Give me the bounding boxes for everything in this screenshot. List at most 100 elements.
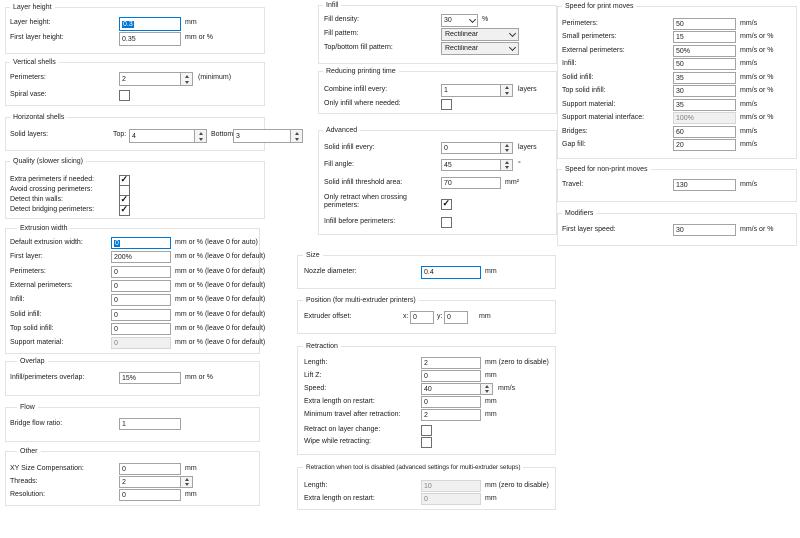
field-label: Bridges:: [562, 128, 588, 135]
perimeters-input[interactable]: 0: [111, 266, 171, 278]
infill-input[interactable]: 50: [673, 58, 736, 70]
field-value: 0: [424, 496, 428, 503]
solid-infill-every-input[interactable]: 0: [441, 142, 501, 154]
row-extruder-offset: Extruder offset:x:0y:0mm: [298, 311, 555, 326]
field-label: Combine infill every:: [324, 86, 387, 93]
field-unit: mm/s or %: [740, 114, 773, 121]
nozzle-diameter-input[interactable]: 0.4: [421, 266, 481, 279]
row-only-infill-where-needed: Only infill where needed:: [319, 98, 556, 113]
selected-option: Rectilinear: [445, 31, 508, 38]
lift-z-input[interactable]: 0: [421, 370, 481, 382]
field-label: Top solid infill:: [562, 87, 606, 94]
field-unit: mm/s: [740, 181, 757, 188]
bridges-input[interactable]: 60: [673, 126, 736, 138]
field-value: 1: [444, 87, 448, 94]
section-title: Position (for multi-extruder printers): [303, 296, 419, 305]
top-solid-infill-input[interactable]: 30: [673, 85, 736, 97]
xy-size-compensation-input[interactable]: 0: [119, 463, 181, 475]
fill-pattern-dropdown[interactable]: Rectilinear: [441, 28, 519, 41]
field-label: Only infill where needed:: [324, 100, 401, 107]
field-unit: mm: [185, 19, 197, 26]
spinner-down-button[interactable]: [181, 79, 192, 85]
field-unit: mm (zero to disable): [485, 359, 549, 366]
bridge-flow-ratio-input[interactable]: 1: [119, 418, 181, 430]
spiral-vase-checkbox[interactable]: [119, 90, 130, 101]
spinner-down-button[interactable]: [181, 482, 192, 487]
extra-length-on-restart-input[interactable]: 0: [421, 493, 481, 505]
row-speed: Speed:40mm/s: [298, 383, 555, 397]
extruder-offset-x-input[interactable]: 0: [410, 311, 434, 324]
infill-perimeters-overlap-input[interactable]: 15%: [119, 372, 181, 384]
external-perimeters-input[interactable]: 0: [111, 280, 171, 292]
field-unit: mm/s or %: [740, 226, 773, 233]
field-label: First layer:: [10, 253, 43, 260]
minimum-travel-after-retraction-input[interactable]: 2: [421, 409, 481, 421]
field-value: 2: [424, 360, 428, 367]
gap-fill-input[interactable]: 20: [673, 139, 736, 151]
field-value: 2: [122, 76, 126, 83]
infill-before-perimeters-checkbox[interactable]: [441, 217, 452, 228]
top-solid-infill-input[interactable]: 0: [111, 323, 171, 335]
spinner-down-button[interactable]: [501, 148, 512, 153]
first-layer-input[interactable]: 200%: [111, 251, 171, 263]
support-material-input[interactable]: 0: [111, 337, 171, 349]
fill-angle-input[interactable]: 45: [441, 159, 501, 171]
field-unit: mm: [485, 398, 497, 405]
detect-bridging-perimeters-checkbox[interactable]: [119, 205, 130, 216]
only-infill-where-needed-checkbox[interactable]: [441, 99, 452, 110]
length-input[interactable]: 2: [421, 357, 481, 369]
field-unit: mm: [485, 268, 497, 275]
spinner-down-button[interactable]: [501, 91, 512, 97]
first-layer-speed-input[interactable]: 30: [673, 224, 736, 236]
first-layer-height-input[interactable]: 0.35: [119, 32, 181, 46]
small-perimeters-input[interactable]: 15: [673, 31, 736, 43]
external-perimeters-input[interactable]: 50%: [673, 45, 736, 57]
field-label: Bridge flow ratio:: [10, 420, 62, 427]
field-unit: mm or % (leave 0 for default): [175, 253, 265, 260]
support-material-input[interactable]: 35: [673, 99, 736, 111]
fill-angle-spinner: [500, 159, 513, 171]
fill-density-combobox[interactable]: 30: [441, 14, 478, 27]
solid-infill-input[interactable]: 35: [673, 72, 736, 84]
speed-input[interactable]: 40: [421, 383, 481, 395]
solid-infill-input[interactable]: 0: [111, 309, 171, 321]
spinner-down-button[interactable]: [481, 389, 492, 394]
layer-height-input[interactable]: 0.3: [119, 17, 181, 31]
field-label: Length:: [304, 482, 327, 489]
perimeters-input[interactable]: 50: [673, 18, 736, 30]
length-input[interactable]: 10: [421, 480, 481, 492]
row-solid-layers: Solid layers:Top:4Bottom:3: [6, 129, 264, 145]
top-bottom-fill-pattern-dropdown[interactable]: Rectilinear: [441, 42, 519, 55]
threads-input[interactable]: 2: [119, 476, 181, 488]
field-value: 70: [444, 180, 452, 187]
row-solid-infill-every: Solid infill every:0layers: [319, 142, 556, 156]
row-bridge-flow-ratio: Bridge flow ratio: 1: [6, 418, 259, 432]
spinner-down-button[interactable]: [195, 136, 206, 142]
support-material-interface-input[interactable]: 100%: [673, 112, 736, 124]
infill-input[interactable]: 0: [111, 294, 171, 306]
spinner-down-button[interactable]: [291, 136, 302, 142]
field-label: Infill/perimeters overlap:: [10, 374, 84, 381]
field-unit: mm: [485, 495, 497, 502]
resolution-input[interactable]: 0: [119, 489, 181, 501]
row-extra-length-on-restart: Extra length on restart:0mm: [298, 493, 555, 507]
spinner-down-button[interactable]: [501, 165, 512, 170]
extra-length-on-restart-input[interactable]: 0: [421, 396, 481, 408]
extruder-offset-y-input[interactable]: 0: [444, 311, 468, 324]
field-value: 15: [676, 34, 684, 41]
perimeters-input[interactable]: 2: [119, 72, 181, 86]
combine-infill-every-input[interactable]: 1: [441, 84, 501, 97]
top-layers-input[interactable]: 4: [129, 129, 195, 143]
only-retract-when-crossing-perimeters-checkbox[interactable]: [441, 199, 452, 210]
field-label: Infill:: [562, 60, 576, 67]
row-combine-infill-every: Combine infill every:1layers: [319, 84, 556, 99]
travel-input[interactable]: 130: [673, 179, 736, 191]
solid-infill-threshold-area-input[interactable]: 70: [441, 177, 501, 189]
default-extrusion-width-input[interactable]: 0: [111, 237, 171, 249]
bottom-layers-input[interactable]: 3: [233, 129, 291, 143]
field-label: Perimeters:: [10, 268, 46, 275]
wipe-while-retracting-checkbox[interactable]: [421, 437, 432, 448]
retract-on-layer-change-checkbox[interactable]: [421, 425, 432, 436]
speed-spinner: [480, 383, 493, 395]
row-fill-angle: Fill angle:45°: [319, 159, 556, 173]
